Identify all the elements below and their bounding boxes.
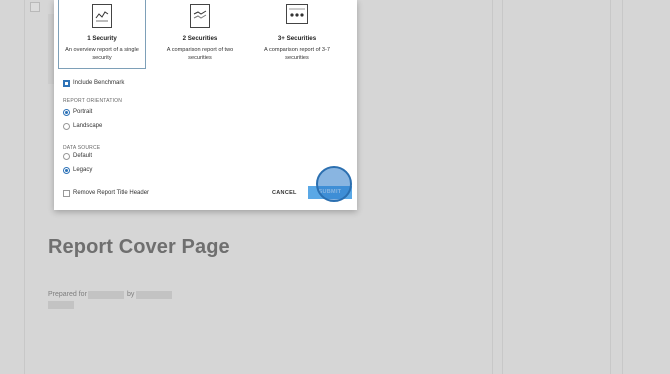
card-title: 1 Security [87,35,117,42]
remove-title-header-label: Remove Report Title Header [73,190,150,196]
page-border-right [492,0,493,374]
landscape-radio[interactable] [63,123,70,130]
include-benchmark-label: Include Benchmark [73,80,125,86]
legacy-radio[interactable] [63,167,70,174]
compare-chart-icon [190,4,210,28]
by-label: by [127,291,135,298]
report-type-card-3[interactable]: 3+ Securities A comparison report of 3-7… [253,0,341,69]
report-type-card-2[interactable]: 2 Securities A comparison report of two … [156,0,244,69]
multi-compare-icon [286,4,308,24]
orientation-header: REPORT ORIENTATION [63,98,123,104]
prepared-line: Prepared for [48,291,87,298]
card-description: An overview report of a single security [65,47,139,61]
datasource-header: DATA SOURCE [63,145,101,151]
click-cursor-indicator [316,166,352,202]
card-description: A comparison report of two securities [166,47,234,61]
legacy-label: Legacy [73,167,93,173]
column-divider [502,0,503,374]
landscape-label: Landscape [73,123,103,129]
prepared-for-label: Prepared for [48,291,87,298]
default-label: Default [73,153,93,159]
portrait-label: Portrait [73,109,93,115]
column-divider-2 [610,0,611,374]
card-title: 3+ Securities [277,35,317,42]
prepared-by-field [136,291,172,299]
include-benchmark-checkbox[interactable] [63,80,70,87]
default-radio[interactable] [63,153,70,160]
report-options-dialog: 1 Security An overview report of a singl… [54,0,357,210]
card-title: 2 Securities [182,35,218,42]
page-border-left [24,0,25,374]
portrait-radio[interactable] [63,109,70,116]
cancel-button[interactable]: CANCEL [272,190,297,196]
report-cover-title: Report Cover Page [48,236,230,258]
prepared-for-field [88,291,124,299]
column-divider-3 [622,0,623,374]
single-chart-icon [92,4,112,28]
report-type-card-1[interactable]: 1 Security An overview report of a singl… [58,0,146,69]
page-checkbox[interactable] [30,2,40,12]
remove-title-header-checkbox[interactable] [63,190,70,197]
card-description: A comparison report of 3-7 securities [264,47,330,61]
date-field [48,301,74,309]
